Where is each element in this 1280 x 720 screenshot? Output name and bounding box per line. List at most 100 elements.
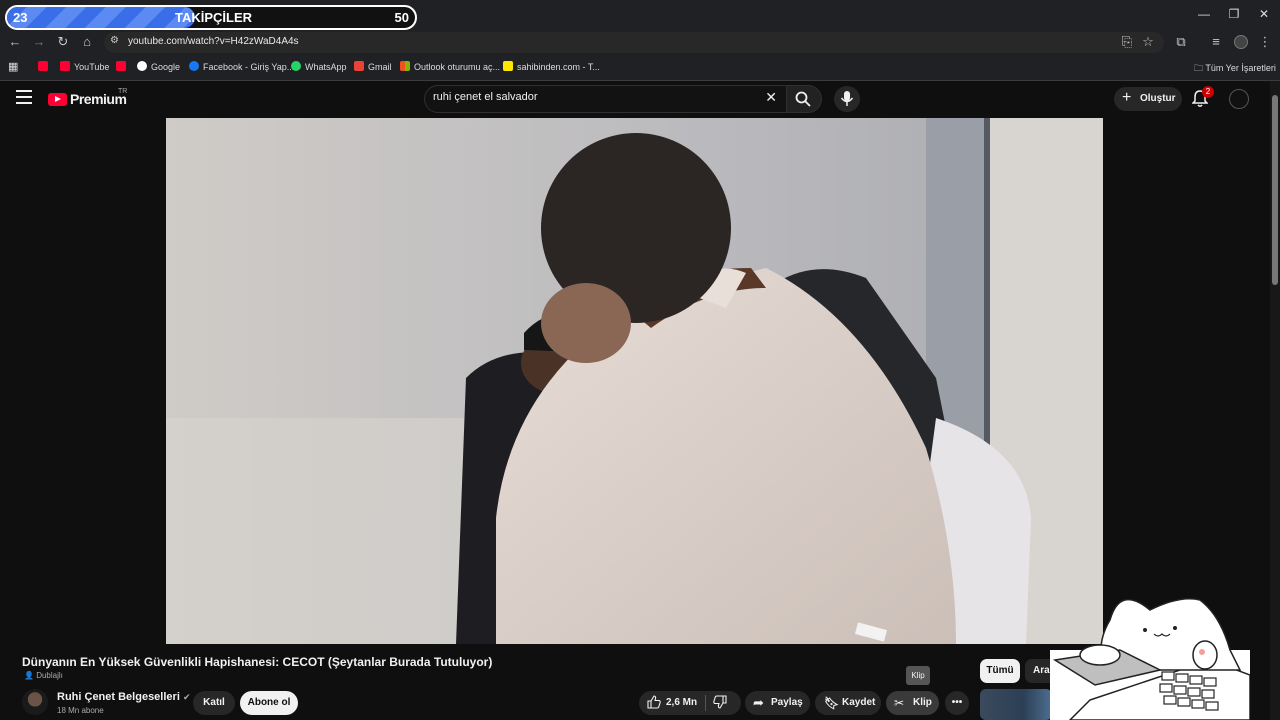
video-player[interactable] [166, 118, 1103, 644]
bookmark-label: WhatsApp [305, 62, 347, 72]
bookmarks-bar: ▦ YouTube Google Facebook - Giriş Yap...… [0, 54, 1280, 81]
follower-goal-count: 50 [394, 10, 409, 25]
site-info-icon[interactable]: ⚙ [110, 35, 119, 46]
chip-all[interactable]: Tümü [980, 659, 1020, 683]
follower-label: TAKİPÇİLER [175, 10, 253, 25]
bookmark-label: Gmail [368, 62, 392, 72]
more-horizontal-icon: ••• [951, 697, 963, 708]
youtube-icon [38, 61, 48, 71]
notifications-button[interactable]: 2 [1191, 86, 1214, 108]
youtube-play-icon [48, 93, 67, 106]
page-scrollbar[interactable] [1270, 81, 1280, 720]
thumbs-up-icon [647, 695, 661, 709]
reading-list-icon[interactable]: ≡ [1207, 33, 1225, 51]
more-actions-button[interactable]: ••• [945, 691, 969, 715]
save-label: Kaydet [842, 697, 876, 708]
all-bookmarks-folder[interactable]: 🗀 Tüm Yer İşaretleri [1194, 61, 1276, 77]
create-label: Oluştur [1140, 93, 1176, 104]
bookmark-label: YouTube [74, 62, 110, 72]
bookmark-facebook[interactable]: Facebook - Giriş Yap... [189, 61, 294, 72]
bookmark-icon: 🔖︎ [824, 696, 840, 710]
subscriber-count: 18 Mn abone [57, 706, 104, 715]
bookmark-google[interactable]: Google [137, 61, 180, 72]
search-box[interactable]: ✕ [424, 85, 788, 113]
bookmark-gmail[interactable]: Gmail [354, 61, 392, 72]
save-button[interactable]: 🔖︎ Kaydet [815, 691, 881, 715]
follower-progress-fill [7, 7, 195, 28]
account-avatar[interactable] [1229, 89, 1249, 109]
verified-icon: ✔ [182, 692, 191, 702]
hamburger-menu-icon[interactable] [16, 90, 32, 104]
maximize-icon[interactable]: ❐ [1222, 4, 1246, 24]
dubbed-badge: 👤 Dublajlı [24, 671, 63, 680]
youtube-icon [116, 61, 126, 71]
plus-icon: + [1122, 89, 1132, 106]
channel-name[interactable]: Ruhi Çenet Belgeselleri ✔ [57, 691, 190, 703]
voice-search-button[interactable] [834, 86, 860, 112]
logo-region: TR [118, 88, 128, 95]
like-count: 2,6 Mn [666, 697, 698, 708]
search-icon [795, 91, 811, 107]
gmail-icon [354, 61, 364, 71]
apps-grid-icon[interactable]: ▦ [8, 60, 18, 73]
follower-current-count: 23 [13, 10, 28, 25]
channel-avatar[interactable] [22, 689, 48, 715]
close-window-icon[interactable]: ✕ [1252, 4, 1276, 24]
bookmark-youtube-2[interactable] [116, 61, 130, 72]
forward-arrow-icon[interactable]: → [30, 33, 48, 51]
bookmark-star-icon[interactable]: ☆ [1139, 33, 1157, 51]
dislike-button[interactable] [713, 691, 727, 715]
omnibox[interactable]: ⚙ youtube.com/watch?v=H42zWaD4A4s [104, 32, 1164, 53]
like-dislike-group: 2,6 Mn [639, 691, 741, 715]
share-icon: ➦ [753, 695, 764, 710]
microphone-icon [840, 91, 854, 106]
minimize-icon[interactable]: — [1192, 4, 1216, 24]
share-button[interactable]: ➦ Paylaş [745, 691, 810, 715]
search-button[interactable] [786, 85, 822, 113]
back-arrow-icon[interactable]: ← [6, 33, 24, 51]
clip-tooltip: Klip [906, 666, 930, 685]
bookmark-label: Facebook - Giriş Yap... [203, 62, 295, 72]
bookmark-outlook[interactable]: Outlook oturumu aç... [400, 61, 500, 72]
bookmark-label: sahibinden.com - T... [517, 62, 600, 72]
like-button[interactable] [647, 691, 661, 715]
dubbed-label: Dublajlı [36, 671, 63, 680]
scrollbar-thumb[interactable] [1272, 95, 1278, 285]
subscribe-button[interactable]: Abone ol [240, 691, 298, 715]
home-icon[interactable]: ⌂ [78, 33, 96, 51]
search-input[interactable] [433, 91, 753, 103]
video-title: Dünyanın En Yüksek Güvenlikli Hapishanes… [22, 655, 493, 669]
bookmark-youtube-short[interactable] [38, 61, 52, 72]
clip-button[interactable]: ✂ Klip [886, 691, 939, 715]
whatsapp-icon [291, 61, 301, 71]
google-icon [137, 61, 147, 71]
bookmark-sahibinden[interactable]: sahibinden.com - T... [503, 61, 600, 72]
all-bookmarks-label: Tüm Yer İşaretleri [1205, 63, 1276, 73]
recommended-thumbnail[interactable] [980, 689, 1052, 720]
bookmark-youtube[interactable]: YouTube [60, 61, 109, 72]
clip-label: Klip [913, 697, 932, 708]
bookmark-label: Outlook oturumu aç... [414, 62, 501, 72]
divider [705, 695, 706, 711]
video-frame [166, 118, 1103, 644]
profile-avatar[interactable] [1234, 35, 1248, 49]
browser-menu-icon[interactable]: ⋮ [1256, 33, 1274, 51]
youtube-header: Premium TR ✕ + Oluştur 2 [0, 81, 1270, 118]
microsoft-icon [400, 61, 410, 71]
address-bar-row: ← → ↻ ⌂ ⚙ youtube.com/watch?v=H42zWaD4A4… [0, 31, 1280, 54]
facebook-icon [189, 61, 199, 71]
follower-goal-overlay: 23 TAKİPÇİLER 50 [5, 5, 417, 30]
bookmark-label: Google [151, 62, 181, 72]
install-app-icon[interactable]: ⎘ [1118, 33, 1136, 51]
url-text[interactable]: youtube.com/watch?v=H42zWaD4A4s [128, 36, 299, 47]
join-button[interactable]: Katıl [193, 691, 235, 715]
extensions-icon[interactable]: ⧉ [1172, 33, 1190, 51]
create-button[interactable]: + Oluştur [1114, 87, 1182, 111]
share-label: Paylaş [771, 697, 803, 708]
bookmark-whatsapp[interactable]: WhatsApp [291, 61, 347, 72]
sahibinden-icon [503, 61, 513, 71]
clear-search-icon[interactable]: ✕ [765, 89, 777, 106]
youtube-icon [60, 61, 70, 71]
reload-icon[interactable]: ↻ [54, 33, 72, 51]
notification-badge: 2 [1202, 86, 1214, 98]
